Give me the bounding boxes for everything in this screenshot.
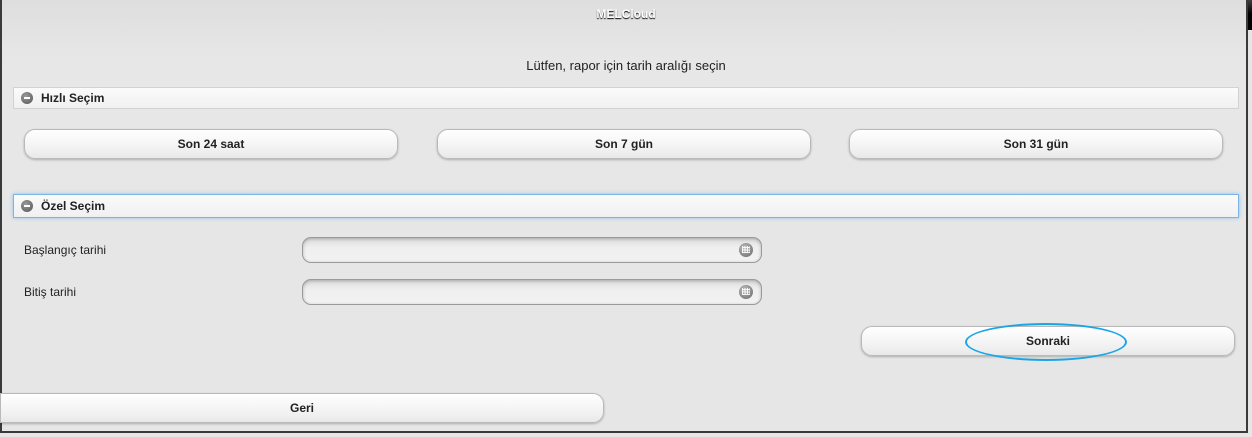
custom-select-label: Özel Seçim	[41, 199, 106, 213]
quick-select-header[interactable]: Hızlı Seçim	[13, 87, 1239, 109]
back-button[interactable]: Geri	[0, 393, 604, 423]
calendar-icon[interactable]	[739, 243, 753, 257]
start-date-input[interactable]	[302, 237, 762, 263]
quick-select-label: Hızlı Seçim	[41, 91, 105, 105]
last-7-days-button[interactable]: Son 7 gün	[437, 129, 811, 159]
collapse-icon	[21, 200, 33, 212]
last-24-hours-button[interactable]: Son 24 saat	[24, 129, 398, 159]
end-date-input[interactable]	[302, 279, 762, 305]
next-button[interactable]: Sonraki	[861, 326, 1235, 356]
calendar-icon[interactable]	[739, 285, 753, 299]
collapse-icon	[21, 92, 33, 104]
end-date-label: Bitiş tarihi	[24, 285, 77, 299]
last-31-days-button[interactable]: Son 31 gün	[849, 129, 1223, 159]
app-title: MELCloud	[596, 7, 656, 21]
custom-select-header[interactable]: Özel Seçim	[13, 194, 1239, 218]
start-date-label: Başlangıç tarihi	[24, 243, 107, 257]
instruction-text: Lütfen, rapor için tarih aralığı seçin	[526, 58, 726, 73]
